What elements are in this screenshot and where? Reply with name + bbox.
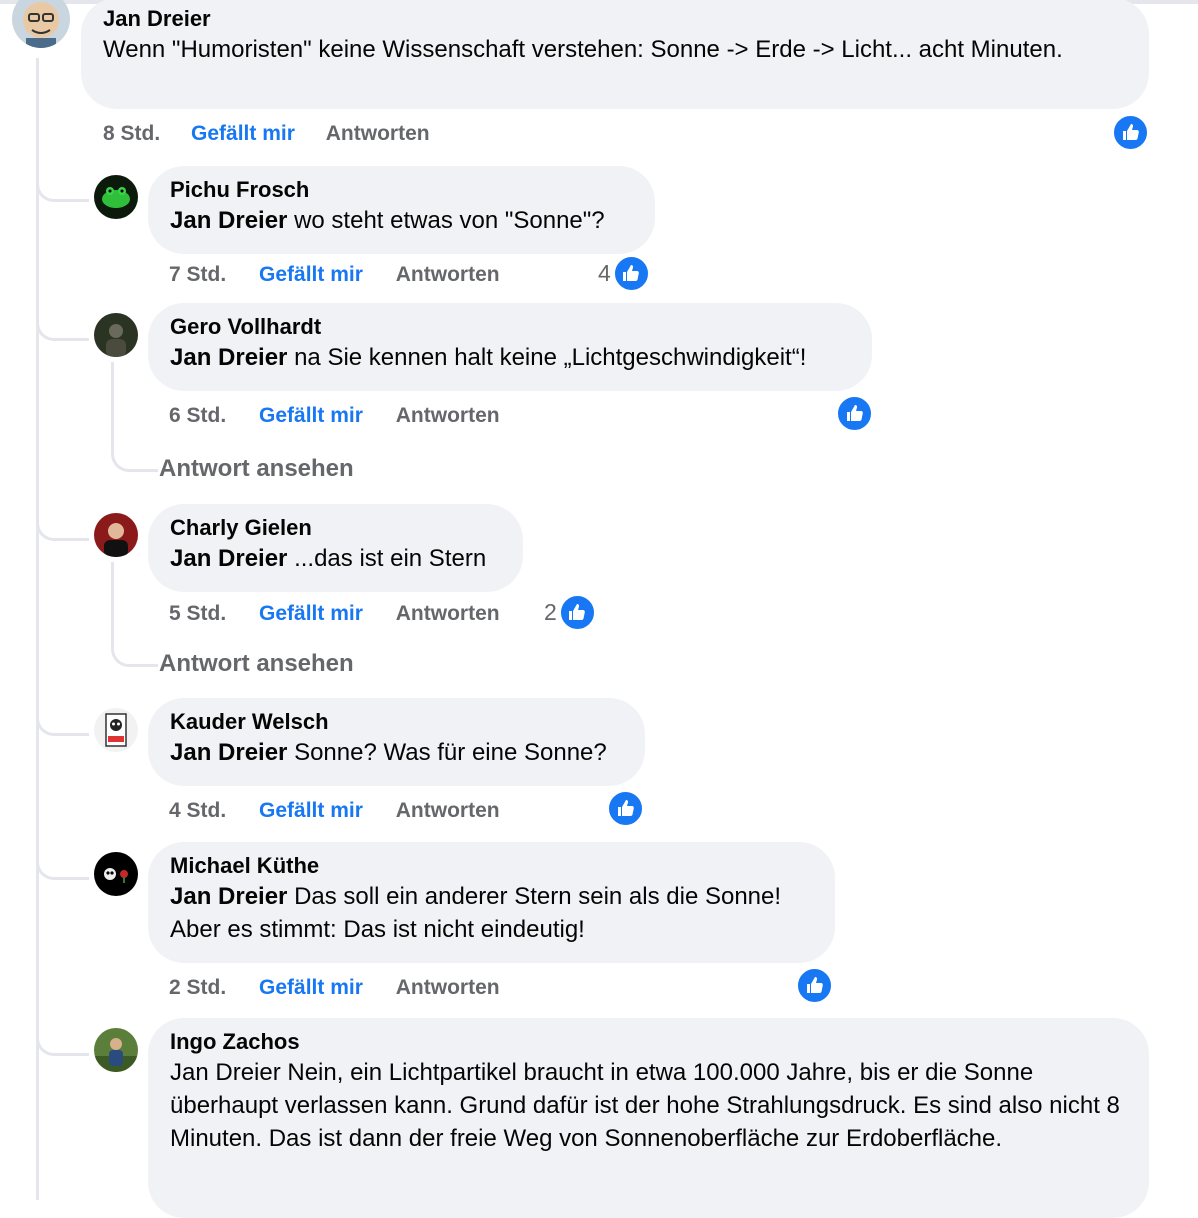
reaction-summary[interactable]: 2 (544, 593, 596, 631)
reply-button[interactable]: Antworten (396, 600, 500, 628)
mention-link[interactable]: Jan Dreier (170, 207, 287, 234)
thread-connector (36, 855, 89, 880)
reply-author[interactable]: Michael Küthe (170, 851, 813, 880)
like-icon (558, 593, 596, 631)
avatar-charly-gielen[interactable] (94, 513, 138, 557)
reply-text: Jan Dreier wo steht etwas von "Sonne"? (170, 204, 633, 237)
cartoon-man-icon (12, 0, 70, 48)
skull-logo-icon (94, 852, 138, 896)
thread-connector (36, 316, 89, 341)
reply-text: Jan Dreier ...das ist ein Stern (170, 542, 501, 575)
like-icon (612, 254, 650, 292)
reply-button[interactable]: Antworten (396, 402, 500, 430)
reply-author[interactable]: Ingo Zachos (170, 1027, 1127, 1056)
reply-connector (111, 362, 158, 472)
avatar-michael-kuethe[interactable] (94, 852, 138, 896)
mention-link[interactable]: Jan Dreier (170, 344, 287, 371)
thread-connector (36, 711, 89, 736)
reply-bubble: Pichu Frosch Jan Dreier wo steht etwas v… (148, 166, 655, 254)
reply-text: Jan Dreier Sonne? Was für eine Sonne? (170, 736, 623, 769)
reply-text: Jan Dreier na Sie kennen halt keine „Lic… (170, 341, 850, 374)
thread-connector (36, 177, 89, 202)
reply-timestamp[interactable]: 2 Std. (169, 974, 226, 1002)
reply-author[interactable]: Gero Vollhardt (170, 312, 850, 341)
like-icon (836, 394, 873, 432)
reply-text-body: Sonne? Was für eine Sonne? (287, 739, 607, 766)
avatar-jan-dreier[interactable] (12, 0, 70, 48)
reply-button[interactable]: Antworten (396, 261, 500, 289)
reaction-summary[interactable] (607, 789, 644, 827)
avatar-pichu-frosch[interactable] (94, 175, 138, 219)
reply-timestamp[interactable]: 7 Std. (169, 261, 226, 289)
reply-actions: 6 Std. Gefällt mir Antworten (169, 402, 500, 430)
like-button[interactable]: Gefällt mir (259, 974, 363, 1002)
reply-actions: 2 Std. Gefällt mir Antworten (169, 974, 500, 1002)
reply-bubble: Charly Gielen Jan Dreier ...das ist ein … (148, 504, 523, 592)
reply-timestamp[interactable]: 4 Std. (169, 797, 226, 825)
frog-icon (94, 175, 138, 219)
person-outdoors-icon (94, 1028, 138, 1072)
reply-author[interactable]: Charly Gielen (170, 513, 501, 542)
reply-actions: 4 Std. Gefällt mir Antworten (169, 797, 500, 825)
like-icon (796, 966, 833, 1004)
comment-author[interactable]: Jan Dreier (103, 4, 1127, 33)
reply-timestamp[interactable]: 6 Std. (169, 402, 226, 430)
person-portrait-icon (94, 313, 138, 357)
reply-text-body: ...das ist ein Stern (287, 545, 487, 572)
reply-bubble: Gero Vollhardt Jan Dreier na Sie kennen … (148, 303, 872, 391)
reply-text-body: wo steht etwas von "Sonne"? (287, 207, 605, 234)
avatar-ingo-zachos[interactable] (94, 1028, 138, 1072)
like-button[interactable]: Gefällt mir (259, 797, 363, 825)
view-replies-link[interactable]: Antwort ansehen (159, 454, 354, 484)
like-button[interactable]: Gefällt mir (259, 600, 363, 628)
like-button[interactable]: Gefällt mir (259, 402, 363, 430)
reply-button[interactable]: Antworten (326, 120, 430, 148)
reaction-count: 4 (598, 259, 611, 286)
reply-author[interactable]: Kauder Welsch (170, 707, 623, 736)
like-button[interactable]: Gefällt mir (191, 120, 295, 148)
skull-poster-icon (94, 708, 138, 752)
thread-connector (36, 516, 89, 541)
avatar-kauder-welsch[interactable] (94, 708, 138, 752)
reaction-summary[interactable]: 4 (598, 254, 650, 292)
reply-bubble: Ingo Zachos Jan Dreier Nein, ein Lichtpa… (148, 1018, 1149, 1218)
reaction-summary[interactable] (796, 966, 833, 1004)
mention-link[interactable]: Jan Dreier (170, 739, 287, 766)
avatar-gero-vollhardt[interactable] (94, 313, 138, 357)
reply-bubble: Kauder Welsch Jan Dreier Sonne? Was für … (148, 698, 645, 786)
reply-bubble: Michael Küthe Jan Dreier Das soll ein an… (148, 842, 835, 963)
comment-text: Wenn "Humoristen" keine Wissenschaft ver… (103, 36, 1063, 63)
thread-line (36, 58, 39, 1200)
view-replies-link[interactable]: Antwort ansehen (159, 649, 354, 679)
thread-connector (36, 1031, 89, 1056)
reply-author[interactable]: Pichu Frosch (170, 175, 633, 204)
comment-timestamp[interactable]: 8 Std. (103, 120, 160, 148)
comment-bubble: Jan Dreier Wenn "Humoristen" keine Wisse… (81, 0, 1149, 109)
reaction-count: 2 (544, 598, 557, 625)
reply-text: Jan Dreier Das soll ein anderer Stern se… (170, 880, 813, 946)
mention-link[interactable]: Jan Dreier (170, 883, 287, 910)
reply-text: Jan Dreier Nein, ein Lichtpartikel brauc… (170, 1059, 1120, 1152)
reply-actions: 7 Std. Gefällt mir Antworten (169, 261, 500, 289)
mention-link[interactable]: Jan Dreier (170, 545, 287, 572)
reply-button[interactable]: Antworten (396, 797, 500, 825)
reply-button[interactable]: Antworten (396, 974, 500, 1002)
like-icon (1112, 113, 1149, 151)
reply-text-body: na Sie kennen halt keine „Lichtgeschwind… (287, 344, 807, 371)
person-portrait-icon (94, 513, 138, 557)
reply-actions: 5 Std. Gefällt mir Antworten (169, 600, 500, 628)
like-icon (607, 789, 644, 827)
like-button[interactable]: Gefällt mir (259, 261, 363, 289)
reaction-summary[interactable] (1112, 113, 1149, 151)
reaction-summary[interactable] (836, 394, 873, 432)
reply-timestamp[interactable]: 5 Std. (169, 600, 226, 628)
reply-connector (111, 562, 158, 667)
comment-actions: 8 Std. Gefällt mir Antworten (103, 120, 430, 148)
